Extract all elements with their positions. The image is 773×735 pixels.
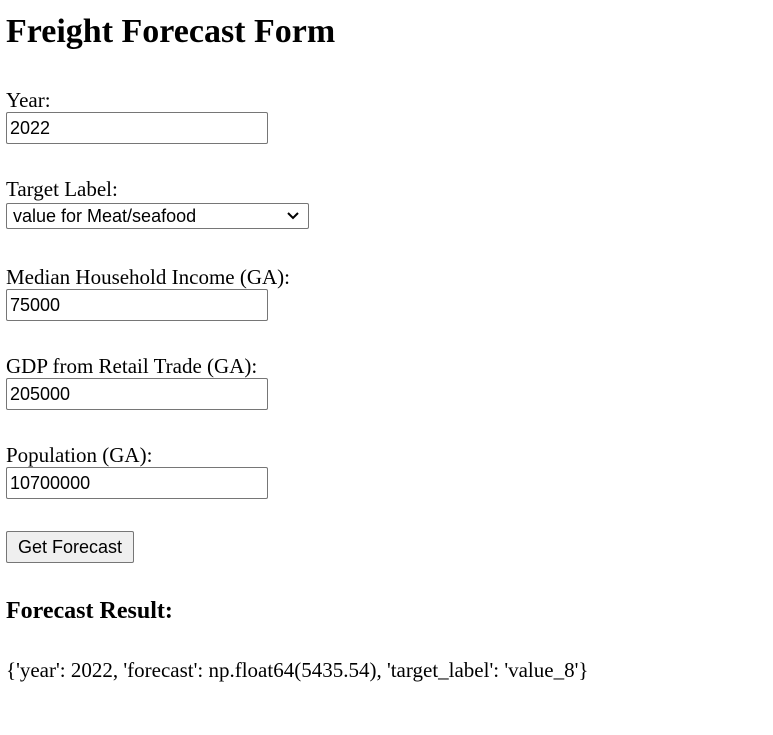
chevron-down-icon [287,212,299,220]
gdp-retail-input[interactable] [6,378,268,410]
population-field-group: Population (GA): [6,443,268,499]
population-input[interactable] [6,467,268,499]
gdp-retail-field-group: GDP from Retail Trade (GA): [6,354,268,410]
get-forecast-button[interactable]: Get Forecast [6,531,135,563]
target-label-select[interactable]: value for Meat/seafood [6,203,309,229]
population-label: Population (GA): [6,443,153,467]
year-label: Year: [6,88,51,112]
median-income-input[interactable] [6,289,268,321]
median-income-field-group: Median Household Income (GA): [6,265,290,321]
median-income-label: Median Household Income (GA): [6,265,291,289]
forecast-result-text: {'year': 2022, 'forecast': np.float64(54… [6,658,589,682]
target-label-label: Target Label: [6,177,118,201]
gdp-retail-label: GDP from Retail Trade (GA): [6,354,258,378]
year-field-group: Year: [6,88,268,144]
target-label-field-group: Target Label: value for Meat/seafood [6,177,309,229]
page-title: Freight Forecast Form [6,13,336,50]
year-input[interactable] [6,112,268,144]
forecast-result-heading: Forecast Result: [6,598,173,624]
target-label-selected-value: value for Meat/seafood [13,206,197,226]
